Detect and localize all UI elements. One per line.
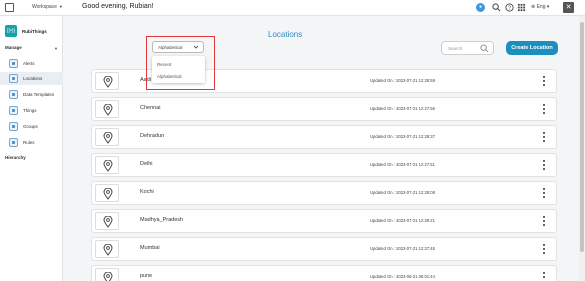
search-icon: [480, 44, 489, 53]
location-row[interactable]: Chennai Updated On : 2023-07-21 12:27:56: [91, 97, 557, 121]
location-name[interactable]: Madhya_Pradesh: [140, 217, 183, 223]
alert-icon: [9, 59, 18, 68]
hierarchy-section-label[interactable]: Hierarchy: [5, 155, 26, 160]
highlight-outline: [146, 36, 215, 90]
location-name[interactable]: Delhi: [140, 161, 153, 167]
location-icon: [9, 74, 18, 83]
things-icon: [9, 106, 18, 115]
sidebar-item-data-templates[interactable]: Data Templates: [0, 88, 63, 101]
map-pin-icon: [103, 104, 113, 116]
close-icon[interactable]: ✕: [563, 2, 574, 13]
more-options-icon[interactable]: [542, 75, 546, 87]
sidebar-item-things[interactable]: Things: [0, 104, 63, 117]
location-thumbnail: [95, 156, 119, 174]
sidebar-item-alerts[interactable]: Alerts: [0, 57, 63, 70]
notification-icon[interactable]: ●: [476, 3, 485, 12]
app-logo-icon[interactable]: [5, 3, 14, 12]
workspace-label: Workspace: [32, 4, 57, 10]
globe-icon: ⊕: [531, 4, 536, 10]
location-row[interactable]: pune Updated On : 2023-06-21 06:01:44: [91, 265, 557, 281]
location-thumbnail: [95, 240, 119, 258]
brand[interactable]: ((•)) RubiThings: [5, 25, 47, 37]
updated-timestamp: Updated On : 2023-07-21 12:27:51: [370, 162, 435, 167]
updated-timestamp: Updated On : 2023-07-21 12:28:08: [370, 190, 435, 195]
more-options-icon[interactable]: [542, 159, 546, 171]
location-row[interactable]: Dehradun Updated On : 2023-07-21 12:28:3…: [91, 125, 557, 149]
updated-timestamp: Updated On : 2023-06-21 06:01:44: [370, 274, 435, 279]
language-selector[interactable]: ⊕ Eng ▾: [531, 4, 549, 10]
language-label: Eng: [536, 4, 546, 10]
manage-section-label[interactable]: Manage: [5, 45, 22, 50]
create-location-button[interactable]: Create Location: [506, 41, 558, 55]
sidebar-item-label: Data Templates: [23, 92, 55, 97]
chevron-down-icon: ▾: [546, 4, 550, 10]
scrollbar-thumb[interactable]: [580, 22, 584, 252]
more-options-icon[interactable]: [542, 131, 546, 143]
location-thumbnail: [95, 184, 119, 202]
sidebar-item-label: Locations: [23, 76, 43, 81]
location-row[interactable]: Delhi Updated On : 2023-07-21 12:27:51: [91, 153, 557, 177]
svg-text:?: ?: [508, 5, 511, 11]
workspace-selector[interactable]: Workspace ▼: [32, 4, 63, 10]
apps-grid-icon[interactable]: [517, 3, 526, 12]
page-title: Locations: [268, 30, 303, 39]
location-name[interactable]: Kochi: [140, 189, 154, 195]
location-row[interactable]: Kochi Updated On : 2023-07-21 12:28:08: [91, 181, 557, 205]
sidebar-item-label: Alerts: [23, 61, 35, 66]
updated-timestamp: Updated On : 2023-07-21 12:27:56: [370, 106, 435, 111]
main-content: Locations Search Create Location Aadi Up…: [64, 16, 579, 281]
sidebar-item-locations[interactable]: Locations: [0, 72, 63, 85]
updated-timestamp: Updated On : 2023-07-21 12:28:59: [370, 78, 435, 83]
more-options-icon[interactable]: [542, 215, 546, 227]
map-pin-icon: [103, 244, 113, 256]
top-bar: Workspace ▼ Good evening, Rubian! ● ? ⊕ E…: [0, 0, 585, 16]
map-pin-icon: [103, 76, 113, 88]
search-placeholder: Search: [448, 46, 463, 51]
sidebar-item-label: Groups: [23, 124, 38, 129]
map-pin-icon: [103, 132, 113, 144]
sidebar-item-rules[interactable]: Rules: [0, 136, 63, 149]
help-icon[interactable]: ?: [505, 3, 514, 12]
template-icon: [9, 90, 18, 99]
location-thumbnail: [95, 268, 119, 281]
rules-icon: [9, 138, 18, 147]
search-icon[interactable]: [492, 3, 501, 12]
more-options-icon[interactable]: [542, 103, 546, 115]
updated-timestamp: Updated On : 2023-07-21 12:28:37: [370, 134, 435, 139]
more-options-icon[interactable]: [542, 271, 546, 280]
updated-timestamp: Updated On : 2023-07-21 12:27:45: [370, 246, 435, 251]
search-input[interactable]: Search: [441, 41, 494, 55]
location-name[interactable]: Dehradun: [140, 133, 164, 139]
location-thumbnail: [95, 100, 119, 118]
brand-name: RubiThings: [22, 28, 47, 34]
groups-icon: [9, 122, 18, 131]
location-row[interactable]: Mumbai Updated On : 2023-07-21 12:27:45: [91, 237, 557, 261]
map-pin-icon: [103, 188, 113, 200]
location-name[interactable]: Chennai: [140, 105, 161, 111]
sidebar: ((•)) RubiThings Manage ▼ Alerts Locatio…: [0, 16, 63, 281]
location-name[interactable]: Mumbai: [140, 245, 160, 251]
location-name[interactable]: pune: [140, 273, 152, 279]
location-thumbnail: [95, 72, 119, 90]
chevron-down-icon: ▼: [58, 4, 63, 9]
location-thumbnail: [95, 212, 119, 230]
sidebar-item-groups[interactable]: Groups: [0, 120, 63, 133]
more-options-icon[interactable]: [542, 187, 546, 199]
location-thumbnail: [95, 128, 119, 146]
sidebar-item-label: Things: [23, 108, 37, 113]
brand-logo-icon: ((•)): [5, 25, 17, 37]
chevron-down-icon[interactable]: ▼: [54, 46, 58, 51]
updated-timestamp: Updated On : 2023-07-21 12:29:21: [370, 218, 435, 223]
sidebar-item-label: Rules: [23, 140, 35, 145]
map-pin-icon: [103, 272, 113, 281]
more-options-icon[interactable]: [542, 243, 546, 255]
location-row[interactable]: Madhya_Pradesh Updated On : 2023-07-21 1…: [91, 209, 557, 233]
scrollbar[interactable]: [579, 16, 585, 281]
map-pin-icon: [103, 160, 113, 172]
greeting-text: Good evening, Rubian!: [82, 3, 154, 10]
map-pin-icon: [103, 216, 113, 228]
